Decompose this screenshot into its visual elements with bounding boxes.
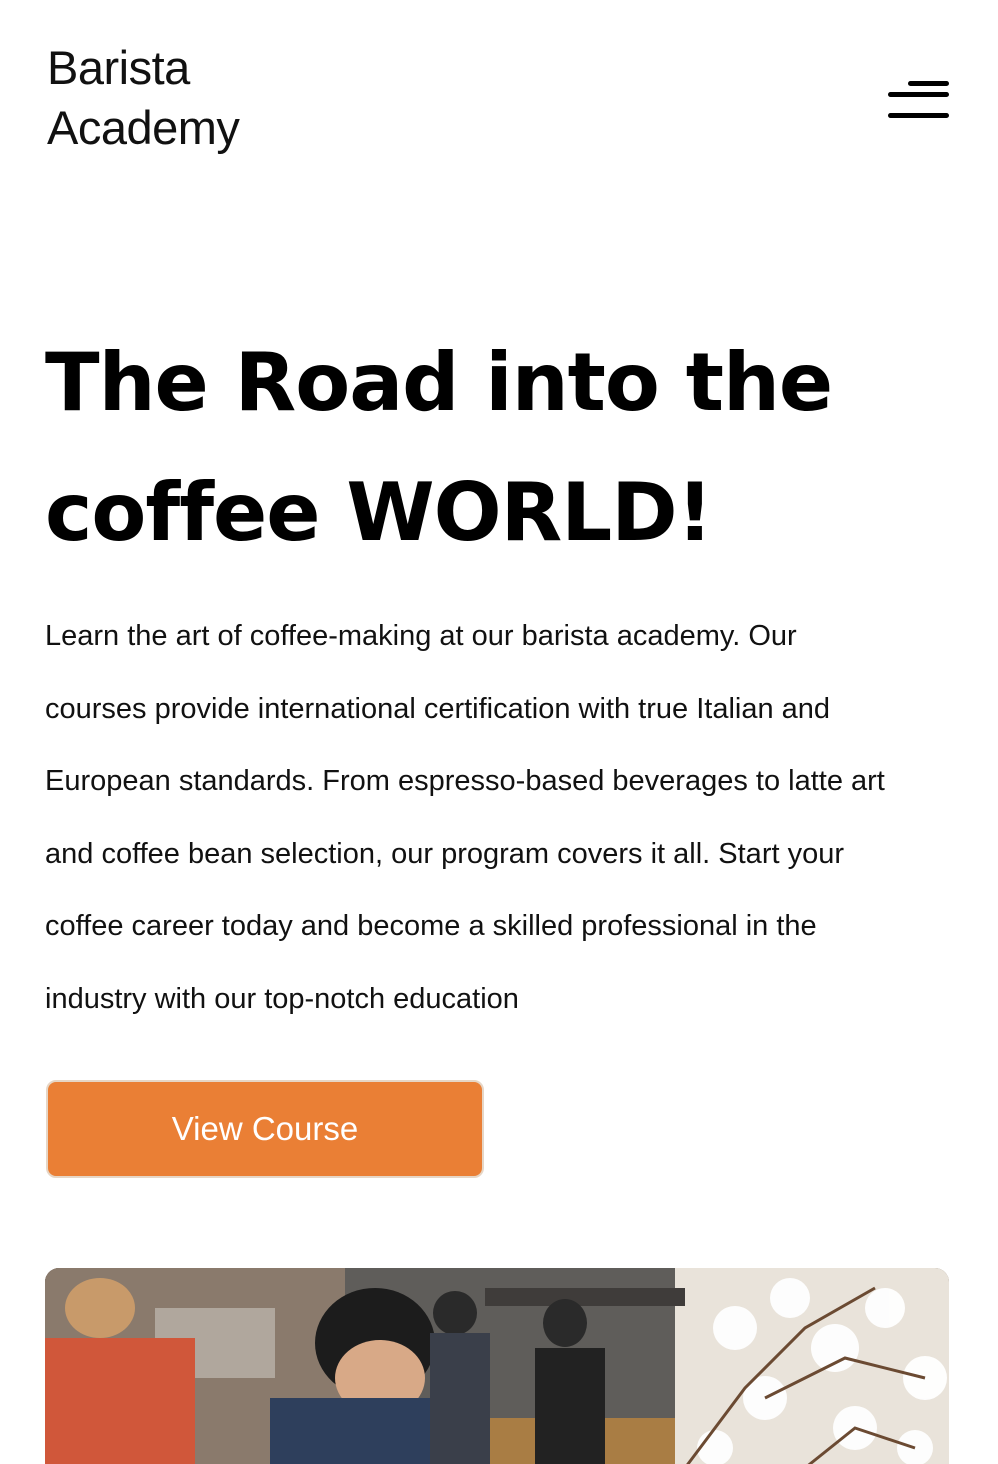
logo[interactable]: Barista Academy: [47, 38, 240, 158]
hero-description-line: and coffee bean selection, our program c…: [45, 837, 845, 870]
hero-image: [45, 1268, 949, 1464]
hero-title: The Road into the coffee WORLD!: [45, 318, 945, 578]
hero-description-line: courses provide international certificat…: [45, 692, 831, 725]
view-course-button[interactable]: View Course: [46, 1080, 484, 1178]
hero-description-line: industry with our top-notch education: [45, 982, 519, 1015]
site-header: Barista Academy: [0, 0, 998, 200]
hero-description-line: Learn the art of coffee-making at our ba…: [45, 620, 797, 652]
hamburger-menu-icon: [908, 81, 949, 86]
hero-description: Learn the art of coffee-making at our ba…: [45, 600, 950, 1036]
hero-description-line: European standards. From espresso-based …: [45, 765, 885, 798]
hamburger-menu-icon-bar: [888, 92, 949, 97]
hamburger-menu-icon-bar: [888, 113, 949, 118]
menu-button[interactable]: [884, 74, 952, 126]
hero-description-line: coffee career today and become a skilled…: [45, 910, 817, 943]
logo-line-1: Barista: [47, 41, 190, 94]
logo-line-2: Academy: [47, 101, 240, 154]
hero-title-line-1: The Road into the: [45, 336, 833, 429]
cafe-photo-illustration: [45, 1268, 949, 1464]
hero-title-line-2: coffee WORLD!: [45, 466, 713, 559]
